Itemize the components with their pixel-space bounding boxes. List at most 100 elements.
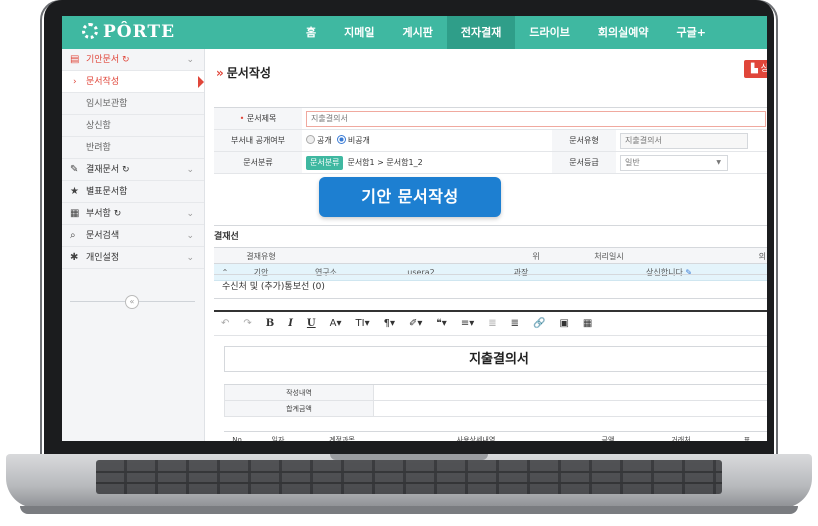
dept-public-label: 부서내 공개여부 (214, 130, 302, 151)
nav-gmail[interactable]: 지메일 (330, 16, 388, 49)
document-body[interactable]: 지출결의서 작성내역 합계금액 No 일자 계정과목 사용상세내역 금액 거래처… (224, 346, 767, 441)
subject-cell: 지출결의서 (302, 108, 767, 129)
required-mark: • (239, 114, 247, 123)
search-icon: ⌕ (70, 230, 76, 241)
sidebar-collapse: « (70, 295, 195, 311)
font-color-icon[interactable]: A▾ (323, 318, 349, 329)
sidebar-group-settings[interactable]: ✱ 개인설정 ⌄ (62, 247, 204, 269)
refresh-icon[interactable]: ↻ (114, 209, 122, 219)
detail-col: 거래처 (671, 436, 691, 441)
edit-icon: ✎ (70, 164, 79, 175)
laptop-keyboard (96, 460, 722, 494)
detail-col: 표 (743, 436, 751, 441)
highlight-icon[interactable]: ✐▾ (402, 318, 429, 329)
subject-label: • 문서제목 (214, 108, 302, 129)
underline-icon[interactable]: U (300, 318, 323, 329)
private-option-label: 비공개 (347, 136, 370, 145)
inbox-icon: ▦ (70, 208, 80, 219)
collapse-icon[interactable]: « (125, 295, 139, 309)
public-cell: 공개 비공개 (302, 130, 552, 151)
doc-type-field: 지출결의서 (620, 133, 748, 149)
grade-select[interactable]: 일반 ▼ (620, 155, 728, 171)
sidebar-item-temp[interactable]: 임시보관함 (62, 93, 204, 115)
flower-logo-icon (82, 23, 98, 39)
sidebar-item-rejected[interactable]: 반려함 (62, 137, 204, 159)
outdent-icon[interactable]: ≣ (481, 318, 503, 329)
gear-icon: ✱ (70, 252, 79, 263)
refresh-icon[interactable]: ↻ (122, 55, 130, 65)
sidebar-group-drafts[interactable]: ▤ 기안문서 ↻ ⌄ (62, 49, 204, 71)
summary-value[interactable] (374, 385, 767, 400)
bold-icon[interactable]: B (259, 318, 281, 329)
document-title: 지출결의서 (224, 346, 767, 372)
refresh-icon[interactable]: ↻ (122, 165, 130, 175)
summary-grid: 작성내역 합계금액 (224, 384, 767, 417)
col-position: 위 (532, 252, 540, 261)
star-icon: ★ (70, 186, 79, 197)
link-icon[interactable]: 🔗 (526, 318, 552, 329)
public-radio[interactable] (306, 135, 315, 144)
main-content: »문서작성 ▙ 상신 ▣ 저 • 문서제목 지출결의서 부서내 공개여부 공개 … (212, 56, 767, 441)
dropdown-arrow-icon: ▼ (716, 159, 721, 166)
subject-input[interactable]: 지출결의서 (306, 111, 766, 127)
detail-col: 금액 (601, 436, 615, 441)
nav-drive[interactable]: 드라이브 (515, 16, 583, 49)
nav-approval[interactable]: 전자결재 (446, 16, 516, 49)
image-icon[interactable]: ▣ (552, 318, 575, 329)
col-blank (308, 248, 508, 263)
category-path: 문서함1 > 문서함1_2 (347, 158, 423, 167)
sidebar-group-starred[interactable]: ★ 별표문서함 (62, 181, 204, 203)
rich-text-editor: ↶ ↷ B I U A▾ TI▾ ¶▾ ✐▾ ❝▾ ≡▾ ≣ ≣ 🔗 ▣ ▦ 지… (214, 310, 767, 441)
submit-button[interactable]: ▙ 상신 (744, 60, 767, 78)
align-icon[interactable]: ≡▾ (454, 318, 481, 329)
paragraph-icon[interactable]: ¶▾ (377, 318, 402, 329)
logo-text: PÔRTE (103, 22, 176, 42)
chevron-down-icon[interactable]: ⌄ (186, 225, 194, 247)
sidebar-group-approval-docs[interactable]: ✎ 결재문서 ↻ ⌄ (62, 159, 204, 181)
nav-room-booking[interactable]: 회의실예약 (584, 16, 663, 49)
summary-value[interactable] (374, 401, 767, 416)
nav-google-plus[interactable]: 구글+ (662, 16, 719, 49)
double-arrow-icon: » (216, 66, 224, 80)
summary-label: 합계금액 (224, 401, 374, 416)
page-title: » 문서작성 (216, 64, 271, 81)
quote-icon[interactable]: ❝▾ (429, 318, 453, 329)
col-opinion: 의 (758, 252, 766, 261)
sidebar-item-compose[interactable]: 문서작성 (62, 71, 204, 93)
undo-icon[interactable]: ↶ (214, 318, 236, 329)
category-label: 문서분류 (214, 152, 302, 173)
nav-board[interactable]: 게시판 (389, 16, 447, 49)
sidebar-item-submitted[interactable]: 상신함 (62, 115, 204, 137)
receivers-row[interactable]: 수신처 및 (추가)통보선 (0) (214, 274, 767, 299)
editor-toolbar: ↶ ↷ B I U A▾ TI▾ ¶▾ ✐▾ ❝▾ ≡▾ ≣ ≣ 🔗 ▣ ▦ (214, 312, 767, 336)
sidebar-group-search[interactable]: ⌕ 문서검색 ⌄ (62, 225, 204, 247)
italic-icon[interactable]: I (281, 318, 300, 329)
grade-label: 문서등급 (552, 152, 616, 173)
nav-home[interactable]: 홈 (292, 16, 330, 49)
chevron-down-icon[interactable]: ⌄ (186, 203, 194, 225)
detail-header: No 일자 계정과목 사용상세내역 금액 거래처 표 (224, 431, 767, 441)
redo-icon[interactable]: ↷ (236, 318, 258, 329)
laptop-foot (20, 506, 798, 514)
font-size-icon[interactable]: TI▾ (349, 318, 377, 329)
private-radio[interactable] (336, 135, 346, 144)
approval-header: 결재유형 위 처리일시 의 (214, 247, 767, 264)
chevron-down-icon[interactable]: ⌄ (186, 159, 194, 181)
category-button[interactable]: 문서분류 (306, 156, 344, 170)
doc-type-cell: 지출결의서 (616, 130, 767, 151)
col-type: 결재유형 (246, 252, 276, 261)
sidebar-group-label: 기안문서 (86, 55, 120, 65)
sidebar-group-dept[interactable]: ▦ 부서함 ↻ ⌄ (62, 203, 204, 225)
sidebar-group-label: 부서함 (86, 209, 111, 219)
col-time: 처리일시 (594, 252, 624, 261)
indent-icon[interactable]: ≣ (504, 318, 526, 329)
chevron-down-icon[interactable]: ⌄ (186, 247, 194, 269)
chevron-down-icon[interactable]: ⌄ (186, 49, 194, 71)
laptop-hinge-notch (330, 454, 488, 460)
main-nav: 홈 지메일 게시판 전자결재 드라이브 회의실예약 구글+ (292, 16, 720, 49)
form-row-category: 문서분류 문서분류 문서함1 > 문서함1_2 문서등급 일반 ▼ (214, 152, 767, 174)
sidebar: ▤ 기안문서 ↻ ⌄ 문서작성 임시보관함 상신함 반려함 ✎ 결재문서 ↻ ⌄… (62, 49, 205, 441)
sidebar-group-label: 결재문서 (86, 165, 120, 175)
table-icon[interactable]: ▦ (576, 318, 599, 329)
app-logo[interactable]: PÔRTE (82, 22, 175, 42)
